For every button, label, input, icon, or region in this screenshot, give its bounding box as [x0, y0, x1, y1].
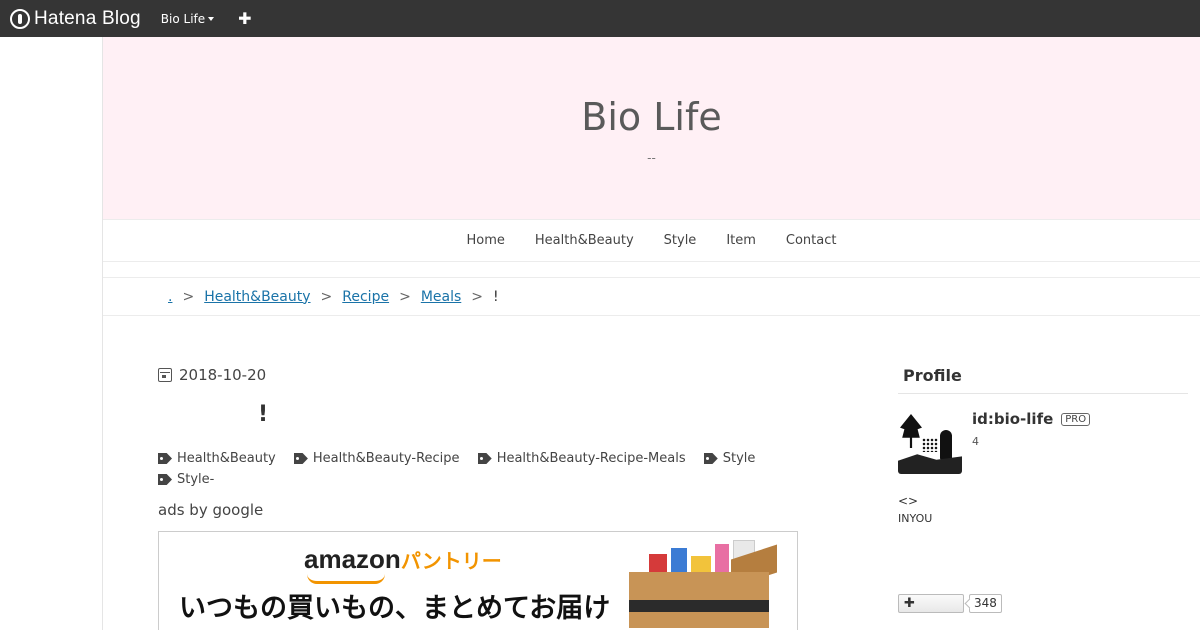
entry-tags: Health&Beauty Health&Beauty-Recipe Healt… [158, 449, 798, 491]
blog-description: -- [647, 151, 656, 165]
add-button[interactable]: ✚ [238, 9, 251, 28]
breadcrumb-separator: > [182, 288, 195, 305]
entry-date-text: 2018-10-20 [179, 366, 267, 384]
breadcrumb-link-meals[interactable]: Meals [421, 289, 461, 305]
profile-id-link[interactable]: id:bio-life [972, 410, 1053, 428]
breadcrumb-separator: > [399, 288, 411, 305]
sidebar-profile-module: Profile id:bio-life PRO 4 <> INYOU ✚ 348 [898, 366, 1188, 613]
breadcrumb-separator: > [471, 288, 484, 305]
breadcrumb-home-link[interactable]: . [168, 289, 172, 305]
tag-icon [158, 453, 172, 464]
tag-health-beauty-recipe-meals[interactable]: Health&Beauty-Recipe-Meals [477, 449, 686, 468]
tag-label: Health&Beauty-Recipe [312, 451, 460, 466]
avatar-person [940, 430, 952, 460]
global-nav: Home Health&Beauty Style Item Contact [103, 219, 1200, 262]
logo-text: Hatena Blog [34, 7, 141, 29]
amazon-smile-icon [307, 574, 385, 584]
breadcrumb: . > Health&Beauty > Recipe > Meals > ! [103, 277, 1200, 316]
tag-icon [703, 453, 718, 464]
ad-brand-pantry: パントリー [400, 551, 502, 573]
avatar-tree [900, 414, 922, 448]
tag-style-sub[interactable]: Style- [158, 470, 214, 489]
entry-title[interactable]: ! [158, 402, 808, 427]
nav-item-style[interactable]: Style [664, 233, 697, 248]
profile-id: id:bio-life PRO [972, 410, 1091, 428]
follow-button[interactable]: ✚ [898, 594, 964, 613]
breadcrumb-link-health-beauty[interactable]: Health&Beauty [204, 289, 310, 305]
grocery-box-image [621, 538, 781, 630]
hatena-topbar: Hatena Blog Bio Life ✚ [0, 0, 1200, 37]
nav-item-health-beauty[interactable]: Health&Beauty [535, 233, 634, 248]
blog-header: Bio Life -- [103, 37, 1200, 219]
tag-label: Health&Beauty [177, 451, 276, 466]
box-band [629, 600, 769, 612]
follower-count: 348 [969, 594, 1002, 613]
blog-menu-dropdown[interactable]: Bio Life [160, 11, 215, 26]
profile-card: id:bio-life PRO 4 [898, 410, 1188, 474]
tag-label: Style- [177, 472, 215, 487]
profile-text-2: INYOU [898, 512, 933, 525]
profile-text: <> [898, 494, 919, 508]
avatar[interactable] [898, 410, 962, 474]
entry-date[interactable]: 2018-10-20 [158, 366, 808, 384]
tag-icon [477, 453, 492, 464]
avatar-ground [898, 454, 962, 474]
ad-brand-amazon: amazon [304, 544, 401, 574]
nav-item-contact[interactable]: Contact [786, 233, 837, 248]
ad-brand: amazonパントリー [304, 544, 502, 575]
blog-title[interactable]: Bio Life [103, 95, 1200, 139]
tag-label: Style [722, 451, 756, 466]
tag-health-beauty-recipe[interactable]: Health&Beauty-Recipe [293, 449, 460, 468]
pro-badge: PRO [1061, 412, 1091, 426]
hatena-logo-icon [10, 8, 30, 29]
blog-menu-label: Bio Life [160, 11, 206, 26]
hatena-blog-logo[interactable]: Hatena Blog [10, 8, 141, 30]
profile-info: id:bio-life PRO 4 [972, 410, 1091, 474]
breadcrumb-separator: > [320, 288, 333, 305]
ads-label: ads by google [158, 501, 264, 519]
tag-icon [293, 453, 308, 464]
avatar-dots [922, 438, 938, 452]
breadcrumb-current: ! [493, 288, 499, 305]
entry-main: 2018-10-20 ! Health&Beauty Health&Beauty… [158, 366, 808, 519]
calendar-icon [158, 368, 172, 382]
tag-style[interactable]: Style [703, 449, 756, 468]
tag-health-beauty[interactable]: Health&Beauty [158, 449, 276, 468]
tag-icon [158, 474, 172, 485]
tag-label: Health&Beauty-Recipe-Meals [496, 451, 686, 466]
nav-item-item[interactable]: Item [726, 233, 756, 248]
caret-down-icon [208, 16, 215, 21]
ad-copy: いつもの買いもの、まとめてお届け [179, 593, 611, 624]
follow-widget: ✚ 348 [898, 594, 1002, 613]
breadcrumb-link-recipe[interactable]: Recipe [342, 289, 389, 305]
amazon-pantry-ad[interactable]: amazonパントリー いつもの買いもの、まとめてお届け [158, 531, 798, 630]
sidebar-title: Profile [898, 366, 1188, 394]
nav-item-home[interactable]: Home [467, 233, 505, 248]
profile-count: 4 [972, 435, 979, 448]
